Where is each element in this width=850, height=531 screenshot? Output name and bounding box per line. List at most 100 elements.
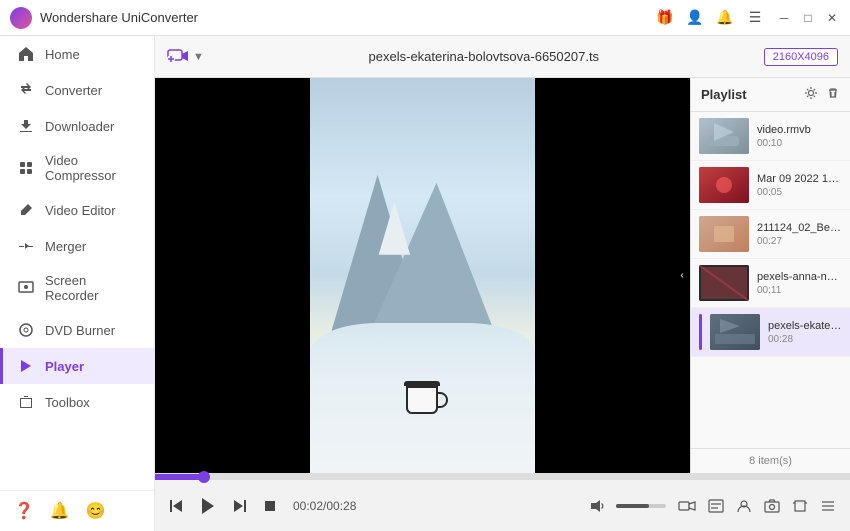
user-icon[interactable]: 👤 bbox=[686, 9, 704, 27]
video-player[interactable]: ‹ bbox=[155, 78, 690, 473]
dvd-icon bbox=[17, 321, 35, 339]
next-frame-button[interactable] bbox=[229, 495, 251, 517]
playlist-item-duration-4: 00:11 bbox=[757, 285, 842, 296]
controls-bar: 00:02/00:28 bbox=[155, 473, 850, 531]
help-icon[interactable]: ❓ bbox=[14, 501, 34, 521]
list-item[interactable]: video.rmvb 00:10 bbox=[691, 112, 850, 161]
notifications-icon[interactable]: 🔔 bbox=[50, 501, 70, 521]
player-icon bbox=[17, 357, 35, 375]
cup-container bbox=[406, 381, 440, 414]
feedback-icon[interactable]: 😊 bbox=[86, 501, 106, 521]
sidebar-label-toolbox: Toolbox bbox=[45, 395, 90, 410]
playlist-item-name-3: 211124_02_Beau... bbox=[757, 222, 842, 234]
sidebar-item-screen-recorder[interactable]: Screen Recorder bbox=[0, 264, 154, 312]
playlist-item-info-2: Mar 09 2022 10_... 00:05 bbox=[757, 173, 842, 198]
list-item[interactable]: pexels-anna-nek... 00:11 bbox=[691, 259, 850, 308]
play-button[interactable] bbox=[195, 493, 221, 519]
add-btn-caret: ▼ bbox=[193, 51, 204, 63]
playlist-item-info-1: video.rmvb 00:10 bbox=[757, 124, 842, 149]
playlist-thumb-3 bbox=[699, 216, 749, 252]
playlist-title: Playlist bbox=[701, 87, 747, 102]
converter-icon bbox=[17, 81, 35, 99]
home-icon bbox=[17, 45, 35, 63]
add-media-button[interactable]: ▼ bbox=[167, 46, 204, 68]
bell-icon[interactable]: 🔔 bbox=[716, 9, 734, 27]
sidebar-item-home[interactable]: Home bbox=[0, 36, 154, 72]
playlist-item-duration-2: 00:05 bbox=[757, 187, 842, 198]
video-black-right bbox=[535, 78, 690, 473]
audio-button[interactable] bbox=[732, 497, 756, 515]
sidebar-bottom: ❓ 🔔 😊 bbox=[0, 490, 154, 531]
speed-button[interactable] bbox=[674, 497, 700, 515]
playlist-thumb-5 bbox=[710, 314, 760, 350]
window-controls: ─ □ ✕ bbox=[776, 10, 840, 26]
time-display: 00:02/00:28 bbox=[293, 499, 356, 513]
list-item[interactable]: 211124_02_Beau... 00:27 bbox=[691, 210, 850, 259]
list-item[interactable]: Mar 09 2022 10_... 00:05 bbox=[691, 161, 850, 210]
maximize-button[interactable]: □ bbox=[800, 10, 816, 26]
volume-slider[interactable] bbox=[616, 504, 666, 508]
progress-bar[interactable] bbox=[155, 474, 850, 480]
volume-icon-button[interactable] bbox=[586, 496, 610, 516]
gift-icon[interactable]: 🎁 bbox=[656, 9, 674, 27]
playlist-thumb-4 bbox=[699, 265, 749, 301]
volume-filled bbox=[616, 504, 649, 508]
progress-filled bbox=[155, 474, 204, 480]
sidebar-label-video-compressor: Video Compressor bbox=[45, 153, 140, 183]
list-item[interactable]: pexels-ekaterina... 00:28 bbox=[691, 308, 850, 357]
content-topbar: ▼ pexels-ekaterina-bolovtsova-6650207.ts… bbox=[155, 36, 850, 78]
video-black-left bbox=[155, 78, 310, 473]
playlist-header: Playlist bbox=[691, 78, 850, 112]
playlist-item-duration-5: 00:28 bbox=[768, 334, 842, 345]
stop-button[interactable] bbox=[259, 495, 281, 517]
sidebar-item-player[interactable]: Player bbox=[0, 348, 154, 384]
sidebar-item-toolbox[interactable]: Toolbox bbox=[0, 384, 154, 420]
snapshot-button[interactable] bbox=[760, 497, 784, 515]
active-indicator bbox=[699, 314, 702, 350]
sidebar-item-downloader[interactable]: Downloader bbox=[0, 108, 154, 144]
progress-thumb bbox=[198, 471, 210, 483]
video-scene bbox=[310, 78, 535, 473]
sidebar-label-player: Player bbox=[45, 359, 84, 374]
cup-body bbox=[406, 386, 438, 414]
playlist-header-icons bbox=[804, 86, 840, 103]
minimize-button[interactable]: ─ bbox=[776, 10, 792, 26]
playlist-thumb-1 bbox=[699, 118, 749, 154]
playlist-panel: Playlist bbox=[690, 78, 850, 473]
sidebar-label-screen-recorder: Screen Recorder bbox=[45, 273, 140, 303]
playlist-item-duration-3: 00:27 bbox=[757, 236, 842, 247]
app-logo bbox=[10, 7, 32, 29]
sidebar-item-dvd-burner[interactable]: DVD Burner bbox=[0, 312, 154, 348]
mountain-background bbox=[310, 157, 535, 335]
crop-button[interactable] bbox=[788, 497, 812, 515]
compressor-icon bbox=[17, 159, 35, 177]
playlist-settings-icon[interactable] bbox=[804, 86, 818, 103]
caption-button[interactable] bbox=[704, 497, 728, 515]
playlist-item-info-4: pexels-anna-nek... 00:11 bbox=[757, 271, 842, 296]
playlist-item-info-3: 211124_02_Beau... 00:27 bbox=[757, 222, 842, 247]
sidebar-label-downloader: Downloader bbox=[45, 119, 114, 134]
playlist-toggle-button[interactable] bbox=[816, 497, 840, 515]
app-title: Wondershare UniConverter bbox=[40, 10, 656, 25]
downloader-icon bbox=[17, 117, 35, 135]
sidebar-label-merger: Merger bbox=[45, 239, 86, 254]
sidebar: Home Converter Downloader Video Compress… bbox=[0, 36, 155, 531]
extra-controls bbox=[674, 497, 840, 515]
playlist-item-info-5: pexels-ekaterina... 00:28 bbox=[768, 320, 842, 345]
sidebar-item-converter[interactable]: Converter bbox=[0, 72, 154, 108]
sidebar-item-video-editor[interactable]: Video Editor bbox=[0, 192, 154, 228]
resolution-badge: 2160X4096 bbox=[764, 48, 838, 66]
collapse-playlist-arrow[interactable]: ‹ bbox=[674, 260, 690, 292]
sidebar-item-merger[interactable]: Merger bbox=[0, 228, 154, 264]
video-frame bbox=[155, 78, 690, 473]
playlist-footer: 8 item(s) bbox=[691, 448, 850, 473]
sidebar-label-home: Home bbox=[45, 47, 80, 62]
close-button[interactable]: ✕ bbox=[824, 10, 840, 26]
playlist-item-name-5: pexels-ekaterina... bbox=[768, 320, 842, 332]
sidebar-item-video-compressor[interactable]: Video Compressor bbox=[0, 144, 154, 192]
volume-area bbox=[586, 496, 666, 516]
playlist-delete-icon[interactable] bbox=[826, 86, 840, 103]
controls-row: 00:02/00:28 bbox=[155, 480, 850, 531]
prev-button[interactable] bbox=[165, 495, 187, 517]
menu-icon[interactable]: ☰ bbox=[746, 9, 764, 27]
